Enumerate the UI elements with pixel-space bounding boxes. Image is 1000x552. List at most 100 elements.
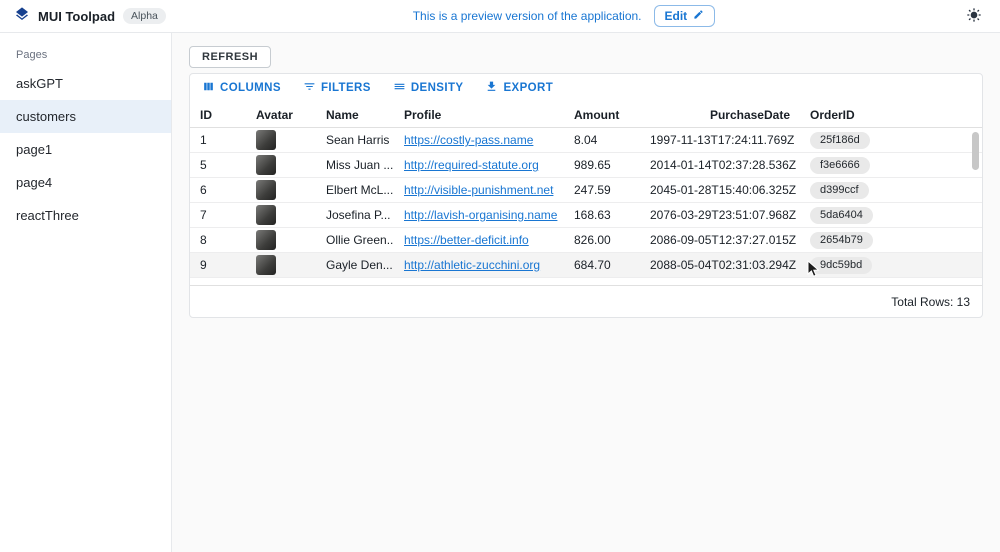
column-header-name[interactable]: Name [316,108,394,122]
refresh-button[interactable]: REFRESH [189,46,271,68]
sidebar-item-label: reactThree [16,208,79,223]
app-title: MUI Toolpad [38,9,115,24]
cell-profile: http://lavish-organising.name [394,208,564,222]
column-header-amount[interactable]: Amount [564,108,640,122]
order-id-chip: f3e6666 [810,157,870,174]
cell-name: Josefina P... [316,208,394,222]
cell-order-id: f3e6666 [800,157,982,174]
cell-purchase-date: 2088-05-04T02:31:03.294Z [640,258,800,272]
alpha-badge: Alpha [123,8,166,24]
order-id-chip: 5da6404 [810,207,873,224]
cell-profile: http://athletic-zucchini.org [394,258,564,272]
columns-button[interactable]: COLUMNS [202,80,281,96]
profile-link[interactable]: http://lavish-organising.name [404,208,557,222]
edit-button-label: Edit [665,9,688,23]
cell-avatar [246,180,316,200]
column-header-profile[interactable]: Profile [394,108,564,122]
filters-button[interactable]: FILTERS [303,80,371,96]
cell-name: Sean Harris [316,133,394,147]
grid-header-row: ID Avatar Name Profile Amount PurchaseDa… [190,102,982,128]
cell-order-id: 9dc59bd [800,257,982,274]
preview-banner-text: This is a preview version of the applica… [413,9,642,23]
cell-profile: http://required-statute.org [394,158,564,172]
cell-purchase-date: 1997-11-13T17:24:11.769Z [640,133,800,147]
cell-id: 8 [190,233,246,247]
table-row[interactable]: 8 Ollie Green... https://better-deficit.… [190,228,982,253]
theme-toggle-button[interactable] [962,4,986,28]
sidebar-item-reactthree[interactable]: reactThree [0,199,171,232]
sidebar-item-label: page4 [16,175,52,190]
density-icon [393,80,406,96]
data-grid: COLUMNS FILTERS DENSITY [189,73,983,318]
filters-button-label: FILTERS [321,82,371,94]
column-header-purchasedate[interactable]: PurchaseDate [640,108,800,122]
cell-name: Miss Juan ... [316,158,394,172]
cell-order-id: 2654b79 [800,232,982,249]
profile-link[interactable]: https://better-deficit.info [404,233,529,247]
cell-id: 9 [190,258,246,272]
cell-amount: 989.65 [564,158,640,172]
order-id-chip: d399ccf [810,182,869,199]
cell-purchase-date: 2045-01-28T15:40:06.325Z [640,183,800,197]
cell-order-id: d399ccf [800,182,982,199]
table-row[interactable]: 6 Elbert McL... http://visible-punishmen… [190,178,982,203]
cell-id: 5 [190,158,246,172]
cell-name: Gayle Den... [316,258,394,272]
profile-link[interactable]: http://visible-punishment.net [404,183,553,197]
columns-icon [202,80,215,96]
avatar-image [256,205,276,225]
order-id-chip: 25f186d [810,132,870,149]
sun-icon [966,7,982,26]
app-window: MUI Toolpad Alpha This is a preview vers… [0,0,1000,552]
export-button[interactable]: EXPORT [485,80,553,96]
grid-footer: Total Rows: 13 [190,285,982,317]
profile-link[interactable]: http://required-statute.org [404,158,539,172]
export-button-label: EXPORT [503,82,553,94]
cell-id: 7 [190,208,246,222]
cell-avatar [246,255,316,275]
sidebar: Pages askGPT customers page1 page4 react… [0,33,172,552]
cell-purchase-date: 2086-09-05T12:37:27.015Z [640,233,800,247]
sidebar-item-page4[interactable]: page4 [0,166,171,199]
table-row[interactable]: 7 Josefina P... http://lavish-organising… [190,203,982,228]
columns-button-label: COLUMNS [220,82,281,94]
main-layout: Pages askGPT customers page1 page4 react… [0,33,1000,552]
column-header-id[interactable]: ID [190,108,246,122]
sidebar-item-askgpt[interactable]: askGPT [0,67,171,100]
cell-amount: 168.63 [564,208,640,222]
sidebar-item-page1[interactable]: page1 [0,133,171,166]
avatar-image [256,180,276,200]
cell-avatar [246,130,316,150]
vertical-scrollbar[interactable] [972,132,979,170]
cell-purchase-date: 2076-03-29T23:51:07.968Z [640,208,800,222]
sidebar-item-customers[interactable]: customers [0,100,171,133]
cell-amount: 8.04 [564,133,640,147]
total-rows-label: Total Rows: 13 [891,295,970,309]
cell-id: 1 [190,133,246,147]
cell-amount: 684.70 [564,258,640,272]
cell-profile: https://better-deficit.info [394,233,564,247]
table-row[interactable]: 1 Sean Harris https://costly-pass.name 8… [190,128,982,153]
app-bar-left: MUI Toolpad Alpha [14,6,166,27]
edit-button[interactable]: Edit [654,5,716,27]
column-header-avatar[interactable]: Avatar [246,108,316,122]
cell-avatar [246,205,316,225]
order-id-chip: 2654b79 [810,232,873,249]
app-bar: MUI Toolpad Alpha This is a preview vers… [0,0,1000,33]
order-id-chip: 9dc59bd [810,257,872,274]
cell-order-id: 25f186d [800,132,982,149]
avatar-image [256,155,276,175]
column-header-orderid[interactable]: OrderID [800,108,982,122]
sidebar-item-label: customers [16,109,76,124]
density-button[interactable]: DENSITY [393,80,464,96]
cell-name: Elbert McL... [316,183,394,197]
cell-order-id: 5da6404 [800,207,982,224]
table-row[interactable]: 5 Miss Juan ... http://required-statute.… [190,153,982,178]
cell-id: 6 [190,183,246,197]
avatar-image [256,130,276,150]
profile-link[interactable]: https://costly-pass.name [404,133,533,147]
table-row[interactable]: 9 Gayle Den... http://athletic-zucchini.… [190,253,982,278]
cell-amount: 826.00 [564,233,640,247]
grid-toolbar: COLUMNS FILTERS DENSITY [190,74,982,102]
profile-link[interactable]: http://athletic-zucchini.org [404,258,540,272]
